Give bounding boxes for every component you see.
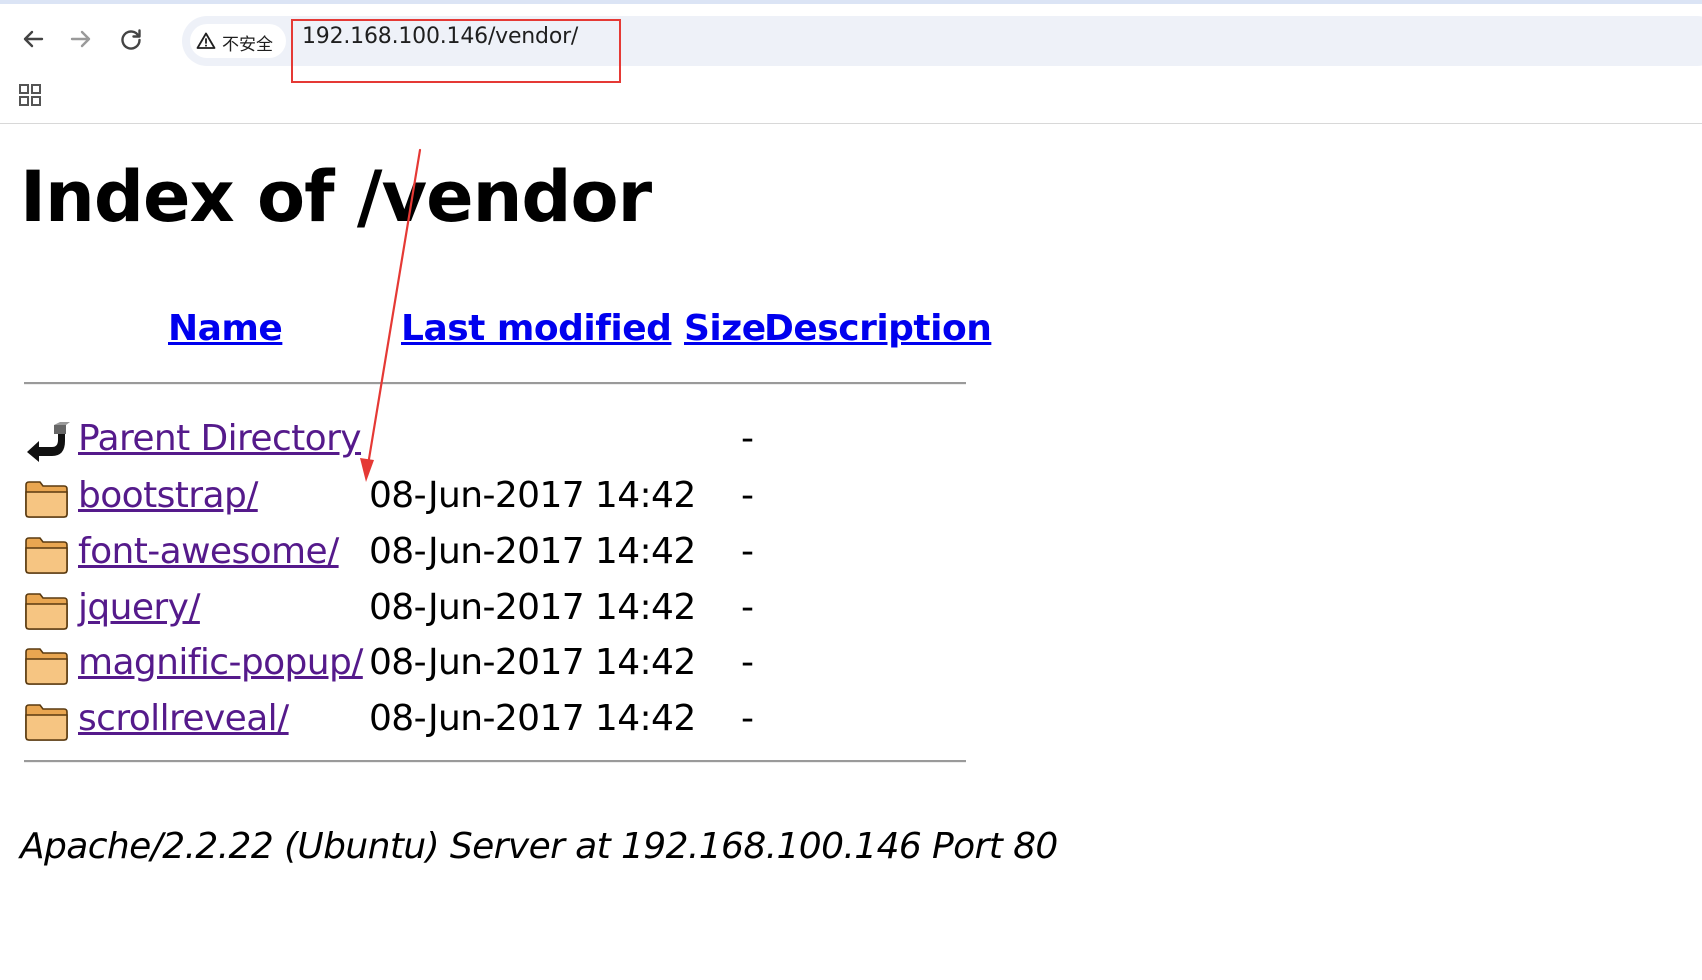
list-item: scrollreveal/ 08-Jun-2017 14:42 - xyxy=(24,698,1024,746)
forward-button[interactable] xyxy=(66,24,96,54)
entry-link-magnific-popup[interactable]: magnific-popup/ xyxy=(78,642,363,683)
entry-size: - xyxy=(741,642,754,683)
page-title: Index of /vendor xyxy=(20,156,652,238)
entry-size: - xyxy=(741,531,754,572)
entry-size: - xyxy=(741,418,754,459)
entry-size: - xyxy=(741,587,754,628)
apps-button[interactable] xyxy=(18,83,42,111)
entry-date: 08-Jun-2017 14:42 xyxy=(369,642,696,683)
sort-by-size-link[interactable]: Size xyxy=(684,308,766,349)
warning-triangle-icon xyxy=(196,32,216,49)
sort-by-description-link[interactable]: Description xyxy=(764,308,992,349)
folder-icon xyxy=(25,704,68,741)
entry-link-scrollreveal[interactable]: scrollreveal/ xyxy=(78,698,289,739)
list-item: jquery/ 08-Jun-2017 14:42 - xyxy=(24,587,1024,635)
forward-arrow-icon xyxy=(70,30,91,48)
page-content: Index of /vendor Name Last modified Size… xyxy=(0,124,1702,980)
entry-date: 08-Jun-2017 14:42 xyxy=(369,587,696,628)
top-divider xyxy=(24,382,966,385)
entry-size: - xyxy=(741,475,754,516)
folder-icon xyxy=(25,648,68,685)
folder-icon xyxy=(25,593,68,630)
reload-button[interactable] xyxy=(116,24,146,54)
security-indicator-chip[interactable]: 不安全 xyxy=(190,24,286,58)
folder-icon xyxy=(25,537,68,574)
folder-icon xyxy=(25,481,68,518)
bottom-divider xyxy=(24,760,966,763)
entry-link-bootstrap[interactable]: bootstrap/ xyxy=(78,475,258,516)
entry-size: - xyxy=(741,698,754,739)
security-label: 不安全 xyxy=(222,35,273,55)
apps-grid-icon xyxy=(19,84,41,106)
entry-date: 08-Jun-2017 14:42 xyxy=(369,698,696,739)
sort-by-name-link[interactable]: Name xyxy=(168,308,283,349)
list-item: Parent Directory - xyxy=(24,418,1024,466)
entry-link-font-awesome[interactable]: font-awesome/ xyxy=(78,531,339,572)
entry-date: 08-Jun-2017 14:42 xyxy=(369,475,696,516)
reload-icon xyxy=(121,29,141,50)
back-button[interactable] xyxy=(18,24,48,54)
server-signature: Apache/2.2.22 (Ubuntu) Server at 192.168… xyxy=(20,826,1058,867)
entry-link-jquery[interactable]: jquery/ xyxy=(78,587,200,628)
entry-date: 08-Jun-2017 14:42 xyxy=(369,531,696,572)
sort-by-last-modified-link[interactable]: Last modified xyxy=(401,308,672,349)
url-highlight-box xyxy=(291,19,621,83)
list-item: magnific-popup/ 08-Jun-2017 14:42 - xyxy=(24,642,1024,690)
list-item: bootstrap/ 08-Jun-2017 14:42 - xyxy=(24,475,1024,523)
entry-link-parent-directory[interactable]: Parent Directory xyxy=(78,418,362,459)
parent-directory-icon xyxy=(27,422,70,462)
list-item: font-awesome/ 08-Jun-2017 14:42 - xyxy=(24,531,1024,579)
browser-toolbar: 不安全 192.168.100.146/vendor/ xyxy=(0,4,1702,124)
back-arrow-icon xyxy=(23,30,44,48)
